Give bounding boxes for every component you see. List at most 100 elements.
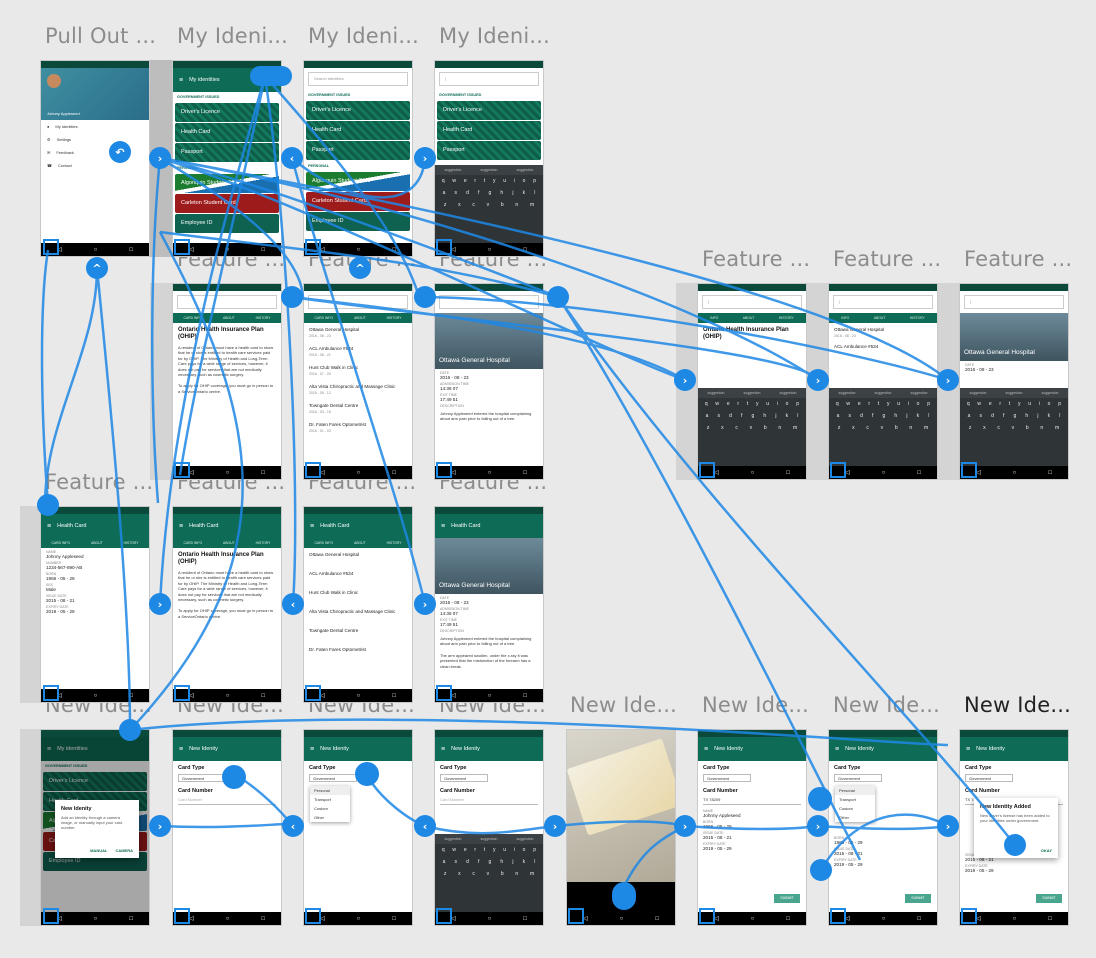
artboard-new-identity-keyboard[interactable]: ≡ New Idenity Card Type Government Card N… bbox=[434, 729, 544, 926]
forward-arrow-icon: › bbox=[946, 820, 951, 833]
keyboard[interactable]: suggestion suggestion suggestion qwertyuio… bbox=[698, 388, 806, 466]
artboard-my-identities[interactable]: ≡ My identities GOVERNMENT ISSUED Driver'… bbox=[172, 60, 282, 257]
artboard-health-card-history[interactable]: ≡ Health Card CARD INFO ABOUT HISTORY Ottaw… bbox=[303, 506, 413, 703]
camera-button[interactable]: CAMERA bbox=[115, 848, 133, 853]
artboard-new-identity-added[interactable]: ≡ New Idenity Card Type Government Card N… bbox=[959, 729, 1069, 926]
new-identity-dialog: New Idenity Add an identity through a ca… bbox=[55, 800, 139, 858]
drawer-header: Johnny Appleseed bbox=[41, 68, 149, 120]
keyboard[interactable]: suggestion suggestion suggestion qwertyuio… bbox=[829, 388, 937, 466]
history-item[interactable]: Towngate Dental Centre bbox=[304, 395, 412, 408]
keyboard[interactable]: suggestion suggestion suggestion qwertyuio… bbox=[435, 165, 543, 243]
app-bar: ≡ My identities bbox=[173, 68, 281, 92]
artboard-title: My Ideni... bbox=[177, 24, 289, 48]
plan-title: Ontario Health Insurance Plan (OHIP) bbox=[178, 327, 264, 340]
link-hotspot bbox=[282, 593, 304, 615]
link-hotspot bbox=[414, 815, 436, 837]
link-hotspot bbox=[414, 147, 436, 169]
keyboard[interactable]: suggestion suggestion suggestion qwertyuio… bbox=[435, 834, 543, 912]
link-hotspot bbox=[281, 147, 303, 169]
android-nav-bar: ◁ ○ □ bbox=[304, 466, 412, 479]
menu-icon[interactable]: ≡ bbox=[47, 523, 51, 530]
artboard-my-identities-search[interactable]: Search identities GOVERNMENT ISSUED Driv… bbox=[303, 60, 413, 257]
card-type-select[interactable]: Government bbox=[309, 774, 357, 782]
drawer-item[interactable]: ● My identities bbox=[41, 120, 149, 133]
menu-icon[interactable]: ≡ bbox=[179, 77, 183, 84]
camera-shutter-bar[interactable]: ◉ bbox=[567, 882, 675, 912]
identity-card[interactable]: Passport bbox=[175, 143, 279, 162]
identity-card[interactable]: Carleton Student Card bbox=[175, 194, 279, 213]
identity-card[interactable]: Health Card bbox=[437, 121, 541, 140]
artboard-health-card[interactable]: ≡ Health Card CARD INFO ABOUT HISTORY NAME J… bbox=[40, 506, 150, 703]
search-input[interactable]: | bbox=[439, 72, 539, 86]
identity-card[interactable]: Passport bbox=[437, 141, 541, 160]
history-item[interactable]: Dr. Faten Fares Optometrist bbox=[304, 414, 412, 427]
search-input[interactable] bbox=[439, 295, 539, 309]
keyboard-row[interactable]: asdfghjkl bbox=[435, 187, 543, 199]
section-label: GOVERNMENT ISSUED bbox=[308, 93, 351, 97]
tab-bar[interactable]: CARD INFO ABOUT HISTORY bbox=[304, 313, 412, 323]
search-input[interactable]: Search identities bbox=[308, 72, 408, 86]
search-input[interactable]: | bbox=[833, 295, 933, 309]
artboard-feature-about-keyboard[interactable]: | INFO ABOUT HISTORY Ontario Health Insura… bbox=[697, 283, 807, 480]
drawer-item[interactable]: ☎ Contact bbox=[41, 159, 149, 172]
artboard-new-identity-form[interactable]: ≡ New Idenity Card Type Government Card N… bbox=[172, 729, 282, 926]
plan-text: A resident of Ontario must have a health… bbox=[178, 345, 274, 378]
identity-card[interactable]: Algonquin Student Card bbox=[175, 174, 279, 193]
okay-button[interactable]: OKAY bbox=[1041, 848, 1052, 853]
artboard-new-identity-filled[interactable]: ≡ New Idenity Card Type Government Card N… bbox=[697, 729, 807, 926]
drawer-item[interactable]: ✉ Feedback bbox=[41, 146, 149, 159]
identity-card[interactable]: Health Card bbox=[306, 121, 410, 140]
section-label: GOVERNMENT ISSUED bbox=[177, 95, 220, 99]
keyboard-row[interactable]: zxcvbnm bbox=[435, 199, 543, 211]
search-input[interactable] bbox=[177, 295, 277, 309]
artboard-new-identity-filled-dropdown[interactable]: ≡ New Idenity Card Type Government Person… bbox=[828, 729, 938, 926]
identity-card[interactable]: Employee ID bbox=[306, 212, 410, 231]
tab-bar[interactable]: CARD INFO ABOUT HISTORY bbox=[173, 313, 281, 323]
manual-button[interactable]: MANUAL bbox=[90, 848, 107, 853]
artboard-feature-history[interactable]: CARD INFO ABOUT HISTORY Ottawa General Hos… bbox=[303, 283, 413, 480]
identity-card[interactable]: Employee ID bbox=[175, 214, 279, 233]
search-input[interactable]: | bbox=[964, 295, 1064, 309]
search-input[interactable]: | bbox=[702, 295, 802, 309]
back-arrow-icon: ‹ bbox=[290, 152, 295, 165]
history-item[interactable]: Alta Vista Chiropractic and Massage Clin… bbox=[304, 376, 412, 389]
identity-card[interactable]: Carleton Student Card bbox=[306, 192, 410, 211]
submit-button[interactable]: SUBMIT bbox=[1036, 894, 1062, 903]
submit-button[interactable]: SUBMIT bbox=[774, 894, 800, 903]
history-item[interactable]: Hunt Club Walk in Clinic bbox=[304, 357, 412, 370]
identity-card[interactable]: Driver's Licence bbox=[175, 103, 279, 122]
artboard-feature-detail[interactable]: Ottawa General Hospital DATE 2016 - 08 - … bbox=[434, 283, 544, 480]
artboard-new-identity-dialog[interactable]: ≡ My identities GOVERNMENT ISSUED Driver'… bbox=[40, 729, 150, 926]
link-hotspot bbox=[937, 815, 959, 837]
artboard-camera-capture[interactable]: ◉ ◁ ○ □ bbox=[566, 729, 676, 926]
artboard-title: New Ide... bbox=[833, 693, 940, 717]
keyboard[interactable]: suggestion suggestion suggestion qwertyuio… bbox=[960, 388, 1068, 466]
artboard-feature-detail-keyboard[interactable]: | Ottawa General Hospital DATE 2016 - 08 … bbox=[959, 283, 1069, 480]
artboard-feature-about[interactable]: CARD INFO ABOUT HISTORY Ontario Health Ins… bbox=[172, 283, 282, 480]
history-item[interactable]: ACL Ambulance #534 bbox=[304, 338, 412, 351]
identity-card[interactable]: Health Card bbox=[175, 123, 279, 142]
link-hotspot bbox=[547, 286, 569, 308]
drawer-user: Johnny Appleseed bbox=[47, 111, 80, 116]
history-item[interactable]: Ottawa General Hospital bbox=[304, 323, 412, 332]
card-type-menu[interactable]: Personal Transport Custom Other bbox=[310, 786, 350, 822]
artboard-my-identities-keyboard[interactable]: | GOVERNMENT ISSUED Driver's Licence Hea… bbox=[434, 60, 544, 257]
identity-card[interactable]: Driver's Licence bbox=[306, 101, 410, 120]
artboard-pull-out[interactable]: Johnny Appleseed ● My identities ⚙ Setting… bbox=[40, 60, 150, 257]
search-input[interactable] bbox=[308, 295, 408, 309]
card-type-menu[interactable]: Personal Transport Custom Other bbox=[835, 786, 875, 822]
submit-button[interactable]: SUBMIT bbox=[905, 894, 931, 903]
camera-icon[interactable]: ◉ bbox=[617, 892, 625, 902]
artboard-new-identity-dropdown[interactable]: ≡ New Idenity Card Type Government Person… bbox=[303, 729, 413, 926]
identity-card[interactable]: Driver's Licence bbox=[437, 101, 541, 120]
artboard-feature-history-keyboard[interactable]: | INFO ABOUT HISTORY Ottawa General Hospit… bbox=[828, 283, 938, 480]
identity-card[interactable]: Algonquin Student Card bbox=[306, 172, 410, 191]
artboard-health-card-about[interactable]: ≡ Health Card CARD INFO ABOUT HISTORY Ontar… bbox=[172, 506, 282, 703]
forward-arrow-icon: › bbox=[423, 152, 428, 165]
drawer-item[interactable]: ⚙ Settings bbox=[41, 133, 149, 146]
card-number-input[interactable]: Card Number bbox=[178, 797, 276, 805]
artboard-health-card-detail[interactable]: ≡ Health Card Ottawa General Hospital DAT… bbox=[434, 506, 544, 703]
identity-card[interactable]: Passport bbox=[306, 141, 410, 160]
card-type-select[interactable]: Government bbox=[178, 774, 226, 782]
keyboard-row[interactable]: qwertyuiop bbox=[435, 175, 543, 187]
